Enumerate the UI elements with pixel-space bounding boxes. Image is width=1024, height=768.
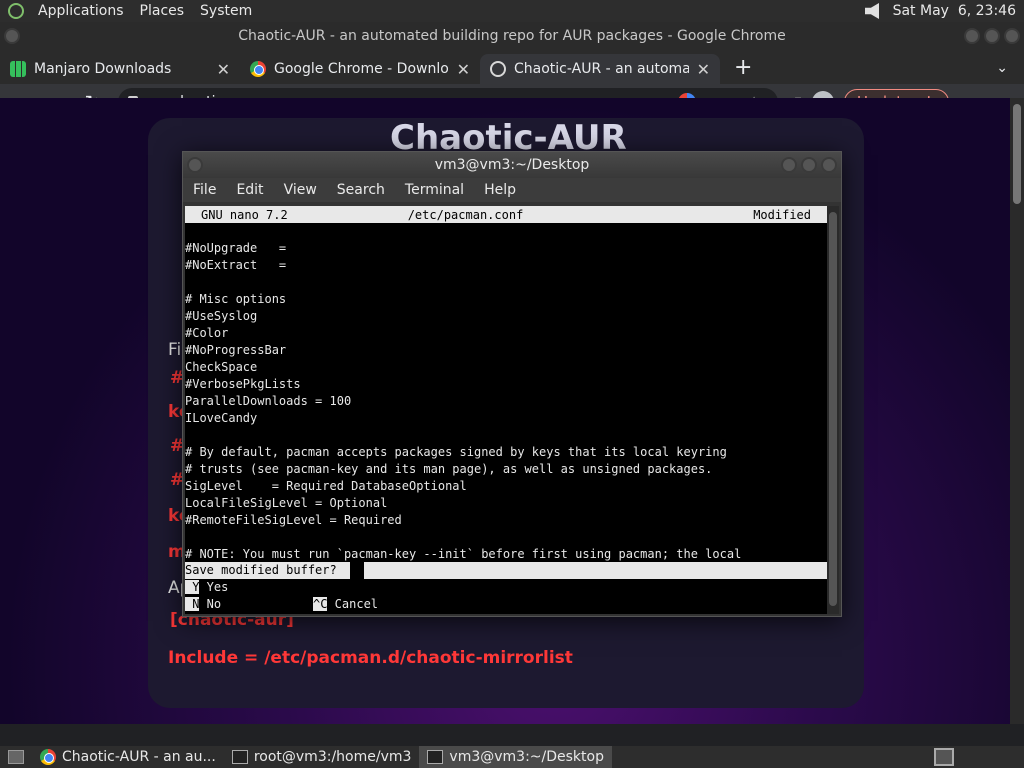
workspace-switcher-icon[interactable] xyxy=(934,748,954,766)
terminal-scrollbar[interactable] xyxy=(827,206,839,614)
taskbar: Chaotic-AUR - an au... root@vm3:/home/vm… xyxy=(0,746,1024,768)
prompt-option-no[interactable]: N No xyxy=(185,596,221,613)
tab-label: Chaotic-AUR - an automated b xyxy=(514,61,689,77)
buffer-line: # By default, pacman accepts packages si… xyxy=(185,445,727,459)
terminal-window-title: vm3@vm3:~/Desktop xyxy=(434,157,590,173)
nano-version: GNU nano 7.2 xyxy=(201,207,288,222)
tab-chaotic-aur[interactable]: Chaotic-AUR - an automated b ✕ xyxy=(480,54,720,84)
task-desktop-terminal[interactable]: vm3@vm3:~/Desktop xyxy=(419,746,612,768)
page-text-fragment: Fi xyxy=(168,340,182,360)
maximize-icon[interactable] xyxy=(801,157,817,173)
window-menu-icon[interactable] xyxy=(187,157,203,173)
desktop-icon xyxy=(8,750,24,764)
page-scrollbar[interactable] xyxy=(1010,98,1024,724)
prompt-input[interactable] xyxy=(363,562,827,579)
tab-close-icon[interactable]: ✕ xyxy=(697,60,710,79)
buffer-line: CheckSpace xyxy=(185,360,258,374)
clock[interactable]: Sat May 6, 23:46 xyxy=(893,3,1016,19)
buffer-line xyxy=(185,529,827,546)
buffer-line xyxy=(185,274,827,291)
buffer-line xyxy=(185,223,827,240)
terminal-icon xyxy=(231,750,248,764)
buffer-line: #RemoteFileSigLevel = Required xyxy=(185,513,402,527)
places-menu[interactable]: Places xyxy=(132,0,193,22)
tab-manjaro-downloads[interactable]: Manjaro Downloads ✕ xyxy=(0,54,240,84)
buffer-line: ILoveCandy xyxy=(185,411,258,425)
chrome-icon xyxy=(250,61,266,77)
scrollbar-thumb[interactable] xyxy=(1013,104,1021,204)
buffer-line: #NoProgressBar xyxy=(185,343,287,357)
buffer-line: #VerbosePkgLists xyxy=(185,377,301,391)
close-icon[interactable] xyxy=(821,157,837,173)
nano-header: GNU nano 7.2 /etc/pacman.conf Modified xyxy=(185,206,827,223)
key-ctrl-c: ^C xyxy=(313,597,328,611)
buffer-line: SigLevel = Required DatabaseOptional xyxy=(185,479,467,493)
menu-view[interactable]: View xyxy=(274,182,327,198)
buffer-line: #Color xyxy=(185,326,229,340)
new-tab-button[interactable]: + xyxy=(720,55,766,84)
include-line: Include = /etc/pacman.d/chaotic-mirrorli… xyxy=(168,648,573,668)
minimize-icon[interactable] xyxy=(781,157,797,173)
scrollbar-thumb[interactable] xyxy=(829,212,837,606)
option-cancel-label: Cancel xyxy=(327,597,379,611)
nano-modified-status: Modified xyxy=(753,207,811,222)
volume-icon[interactable] xyxy=(864,3,879,19)
show-desktop-button[interactable] xyxy=(0,746,32,768)
top-panel: Applications Places System Sat May 6, 23… xyxy=(0,0,1024,22)
save-prompt-question: Save modified buffer? xyxy=(185,562,350,579)
buffer-line xyxy=(185,427,827,444)
task-label: vm3@vm3:~/Desktop xyxy=(449,749,604,765)
nano-filename: /etc/pacman.conf xyxy=(407,207,524,222)
system-menu[interactable]: System xyxy=(192,0,260,22)
tab-google-chrome[interactable]: Google Chrome - Download th ✕ xyxy=(240,54,480,84)
tab-label: Manjaro Downloads xyxy=(34,61,172,77)
key-y: Y xyxy=(185,580,200,594)
prompt-option-cancel[interactable]: ^C Cancel xyxy=(313,596,378,613)
menu-help[interactable]: Help xyxy=(474,182,526,198)
close-icon[interactable] xyxy=(1004,28,1020,44)
tab-strip: Manjaro Downloads ✕ Google Chrome - Down… xyxy=(0,50,1024,84)
buffer-line: # Misc options xyxy=(185,292,287,306)
globe-icon xyxy=(490,61,506,77)
tab-label: Google Chrome - Download th xyxy=(274,61,449,77)
mate-logo-icon[interactable] xyxy=(8,3,24,19)
chrome-icon xyxy=(40,749,56,765)
nano-buffer[interactable]: #NoUpgrade = #NoExtract = # Misc options… xyxy=(185,223,827,563)
buffer-line: # NOTE: You must run `pacman-key --init`… xyxy=(185,547,742,561)
minimize-icon[interactable] xyxy=(964,28,980,44)
buffer-line: #NoExtract = xyxy=(185,258,287,272)
terminal-icon xyxy=(427,750,444,764)
task-chrome[interactable]: Chaotic-AUR - an au... xyxy=(32,746,224,768)
window-menu-icon[interactable] xyxy=(4,28,20,44)
task-root-terminal[interactable]: root@vm3:/home/vm3 xyxy=(224,746,420,768)
option-no-label: No xyxy=(199,597,222,611)
buffer-line: # trusts (see pacman-key and its man pag… xyxy=(185,462,713,476)
task-label: root@vm3:/home/vm3 xyxy=(253,749,412,765)
tab-close-icon[interactable]: ✕ xyxy=(217,60,230,79)
buffer-line: #UseSyslog xyxy=(185,309,258,323)
menu-search[interactable]: Search xyxy=(327,182,395,198)
menu-edit[interactable]: Edit xyxy=(226,182,273,198)
maximize-icon[interactable] xyxy=(984,28,1000,44)
menu-file[interactable]: File xyxy=(183,182,226,198)
terminal-screen[interactable]: GNU nano 7.2 /etc/pacman.conf Modified #… xyxy=(185,206,827,614)
applications-menu[interactable]: Applications xyxy=(30,0,132,22)
chrome-title-bar[interactable]: Chaotic-AUR - an automated building repo… xyxy=(0,22,1024,50)
key-n: N xyxy=(185,597,200,611)
terminal-window: vm3@vm3:~/Desktop File Edit View Search … xyxy=(182,151,842,617)
menu-terminal[interactable]: Terminal xyxy=(395,182,474,198)
chrome-window-title: Chaotic-AUR - an automated building repo… xyxy=(238,28,786,44)
save-prompt[interactable]: Save modified buffer? xyxy=(185,562,827,579)
manjaro-icon xyxy=(10,61,26,77)
task-label: Chaotic-AUR - an au... xyxy=(62,749,216,765)
buffer-line: #NoUpgrade = xyxy=(185,241,287,255)
tab-close-icon[interactable]: ✕ xyxy=(457,60,470,79)
prompt-option-yes[interactable]: Y Yes xyxy=(185,579,228,596)
terminal-menu-bar: File Edit View Search Terminal Help xyxy=(183,178,841,202)
terminal-title-bar[interactable]: vm3@vm3:~/Desktop xyxy=(183,152,841,178)
buffer-line: LocalFileSigLevel = Optional xyxy=(185,496,388,510)
option-yes-label: Yes xyxy=(199,580,229,594)
tab-search-button[interactable]: ⌄ xyxy=(980,60,1024,84)
buffer-line: ParallelDownloads = 100 xyxy=(185,394,352,408)
